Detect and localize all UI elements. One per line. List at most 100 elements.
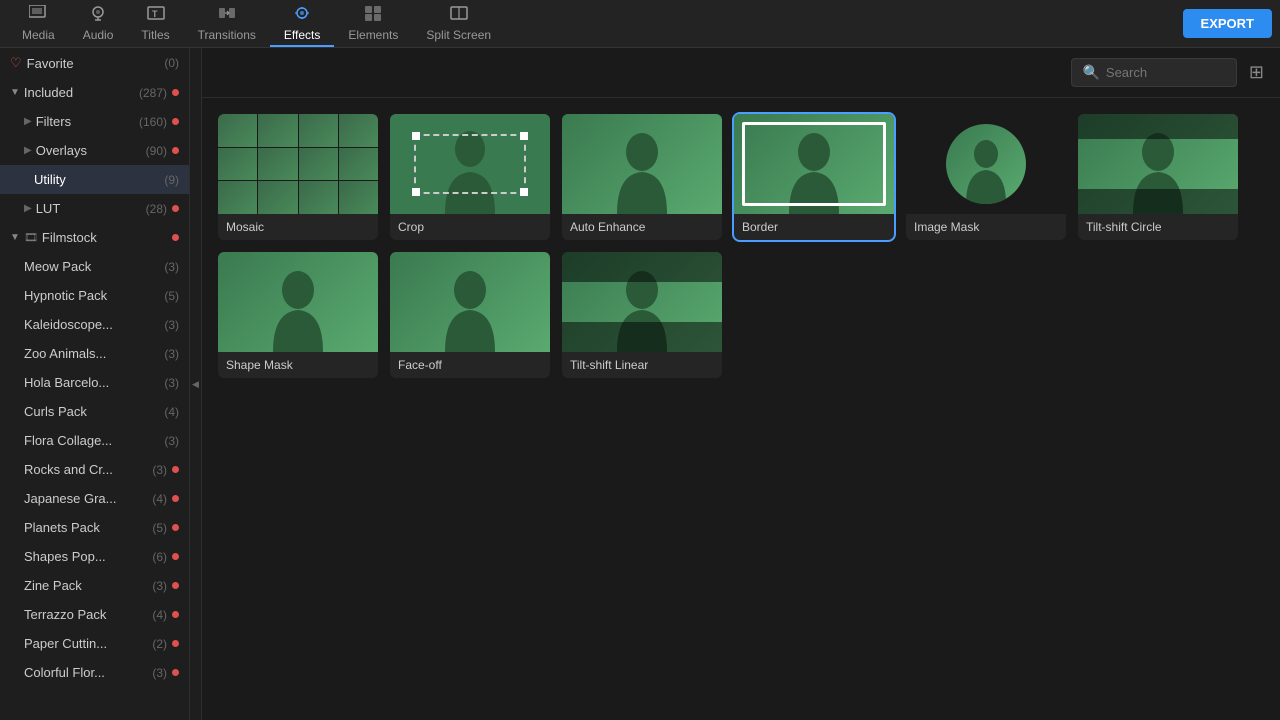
effect-thumb-tilt-shift-circle — [1078, 114, 1238, 214]
sidebar-item-meow-pack[interactable]: Meow Pack (3) — [0, 252, 189, 281]
svg-text:T: T — [152, 9, 158, 19]
effect-card-border[interactable]: Border — [734, 114, 894, 240]
content-area: 🔍 ⊞ Mosaic — [202, 48, 1280, 720]
sidebar-item-paper-cuttin[interactable]: Paper Cuttin... (2) — [0, 629, 189, 658]
flora-collage-label: Flora Collage... — [24, 433, 160, 448]
nav-titles[interactable]: T Titles — [127, 0, 183, 47]
sidebar-item-favorite[interactable]: ♡ Favorite (0) — [0, 48, 189, 78]
effect-card-tilt-shift-linear[interactable]: Tilt-shift Linear — [562, 252, 722, 378]
content-toolbar: 🔍 ⊞ — [202, 48, 1280, 98]
nav-transitions[interactable]: Transitions — [184, 0, 270, 47]
split-screen-icon — [450, 5, 468, 26]
effect-card-face-off[interactable]: Face-off — [390, 252, 550, 378]
meow-pack-label: Meow Pack — [24, 259, 160, 274]
sidebar-item-filters[interactable]: ▶ Filters (160) — [0, 107, 189, 136]
filmstock-new-dot — [172, 234, 179, 241]
sidebar-section-included[interactable]: ▼ Included (287) — [0, 78, 189, 107]
collapse-arrow-icon: ◀ — [192, 379, 199, 390]
sidebar-item-hola-barcelo[interactable]: Hola Barcelo... (3) — [0, 368, 189, 397]
sidebar-item-lut[interactable]: ▶ LUT (28) — [0, 194, 189, 223]
top-nav: Media Audio T Titles Transitions Effects… — [0, 0, 1280, 48]
nav-split-screen[interactable]: Split Screen — [412, 0, 505, 47]
effect-thumb-crop — [390, 114, 550, 214]
overlays-chevron-icon: ▶ — [24, 145, 32, 156]
sidebar-item-terrazzo-pack[interactable]: Terrazzo Pack (4) — [0, 600, 189, 629]
flora-collage-count: (3) — [164, 434, 179, 448]
paper-cuttin-label: Paper Cuttin... — [24, 636, 148, 651]
nav-elements[interactable]: Elements — [334, 0, 412, 47]
zine-pack-count: (3) — [152, 579, 167, 593]
meow-pack-count: (3) — [164, 260, 179, 274]
sidebar-item-favorite-count: (0) — [164, 56, 179, 70]
planets-pack-label: Planets Pack — [24, 520, 148, 535]
nav-audio[interactable]: Audio — [69, 0, 128, 47]
elements-icon — [364, 5, 382, 26]
terrazzo-pack-count: (4) — [152, 608, 167, 622]
effect-card-crop[interactable]: Crop — [390, 114, 550, 240]
effects-icon — [293, 5, 311, 26]
media-icon — [29, 5, 47, 26]
nav-split-screen-label: Split Screen — [426, 28, 491, 42]
main-layout: ♡ Favorite (0) ▼ Included (287) ▶ Filter… — [0, 48, 1280, 720]
included-count: (287) — [139, 86, 167, 100]
lut-chevron-icon: ▶ — [24, 203, 32, 214]
effect-card-tilt-shift-circle[interactable]: Tilt-shift Circle — [1078, 114, 1238, 240]
effect-thumb-image-mask — [906, 114, 1066, 214]
zoo-animals-label: Zoo Animals... — [24, 346, 160, 361]
search-input[interactable] — [1106, 65, 1226, 80]
paper-new-dot — [172, 640, 179, 647]
sidebar-item-shapes-pop[interactable]: Shapes Pop... (6) — [0, 542, 189, 571]
effect-thumb-auto-enhance — [562, 114, 722, 214]
sidebar-item-rocks-and-cr[interactable]: Rocks and Cr... (3) — [0, 455, 189, 484]
sidebar-item-planets-pack[interactable]: Planets Pack (5) — [0, 513, 189, 542]
transitions-icon — [218, 5, 236, 26]
effects-grid: Mosaic — [202, 98, 1280, 394]
effect-label-face-off: Face-off — [390, 352, 550, 378]
sidebar-item-overlays[interactable]: ▶ Overlays (90) — [0, 136, 189, 165]
effect-label-mosaic: Mosaic — [218, 214, 378, 240]
sidebar-item-flora-collage[interactable]: Flora Collage... (3) — [0, 426, 189, 455]
lut-new-dot — [172, 205, 179, 212]
sidebar-item-colorful-flora[interactable]: Colorful Flor... (3) — [0, 658, 189, 687]
terrazzo-pack-label: Terrazzo Pack — [24, 607, 148, 622]
overlays-count: (90) — [146, 144, 167, 158]
sidebar-item-curls-pack[interactable]: Curls Pack (4) — [0, 397, 189, 426]
nav-media-label: Media — [22, 28, 55, 42]
lut-count: (28) — [146, 202, 167, 216]
effect-card-mosaic[interactable]: Mosaic — [218, 114, 378, 240]
effect-card-shape-mask[interactable]: Shape Mask — [218, 252, 378, 378]
hola-barcelo-count: (3) — [164, 376, 179, 390]
crop-corner-br — [520, 188, 528, 196]
kaleidoscope-label: Kaleidoscope... — [24, 317, 160, 332]
sidebar-item-kaleidoscope[interactable]: Kaleidoscope... (3) — [0, 310, 189, 339]
sidebar-item-japanese-gra[interactable]: Japanese Gra... (4) — [0, 484, 189, 513]
sidebar-item-hypnotic-pack[interactable]: Hypnotic Pack (5) — [0, 281, 189, 310]
curls-pack-count: (4) — [164, 405, 179, 419]
sidebar-item-zoo-animals[interactable]: Zoo Animals... (3) — [0, 339, 189, 368]
export-button[interactable]: EXPORT — [1183, 9, 1272, 38]
effect-card-auto-enhance[interactable]: Auto Enhance — [562, 114, 722, 240]
sidebar-item-favorite-label: Favorite — [27, 56, 161, 71]
lut-label: LUT — [36, 201, 142, 216]
sidebar-item-utility[interactable]: Utility (9) — [0, 165, 189, 194]
grid-view-icon[interactable]: ⊞ — [1249, 62, 1264, 83]
japanese-gra-count: (4) — [152, 492, 167, 506]
zine-new-dot — [172, 582, 179, 589]
nav-audio-label: Audio — [83, 28, 114, 42]
included-label: Included — [24, 85, 139, 100]
sidebar-section-filmstock[interactable]: ▼ 🎞 Filmstock — [0, 223, 189, 252]
titles-icon: T — [147, 5, 165, 26]
sidebar-collapse-btn[interactable]: ◀ — [190, 48, 202, 720]
search-icon: 🔍 — [1082, 64, 1099, 81]
sidebar-item-zine-pack[interactable]: Zine Pack (3) — [0, 571, 189, 600]
paper-cuttin-count: (2) — [152, 637, 167, 651]
nav-media[interactable]: Media — [8, 0, 69, 47]
nav-effects[interactable]: Effects — [270, 0, 334, 47]
effect-card-image-mask[interactable]: Image Mask — [906, 114, 1066, 240]
hypnotic-pack-count: (5) — [164, 289, 179, 303]
search-box[interactable]: 🔍 — [1071, 58, 1236, 87]
effect-label-crop: Crop — [390, 214, 550, 240]
zoo-animals-count: (3) — [164, 347, 179, 361]
crop-corner-bl — [412, 188, 420, 196]
rocks-and-cr-count: (3) — [152, 463, 167, 477]
